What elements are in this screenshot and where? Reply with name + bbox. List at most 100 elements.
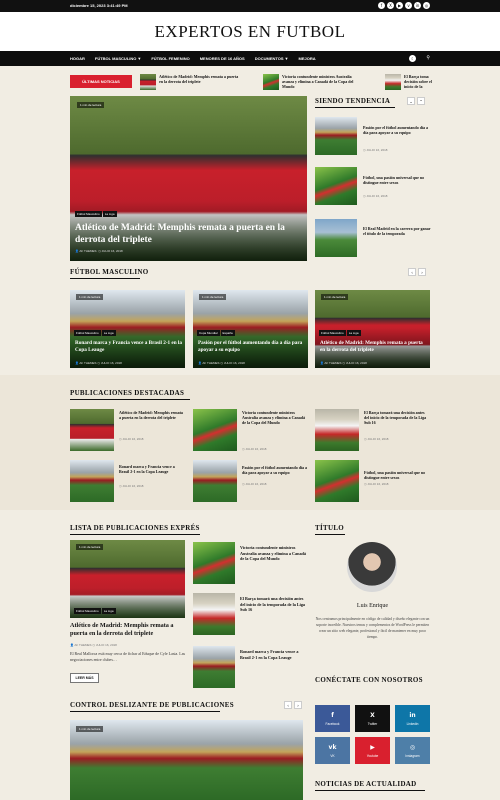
post-author[interactable]: AF THEMES xyxy=(79,249,96,253)
mens-card[interactable]: 1 min de lectura Fútbol Masculino La Lig… xyxy=(70,290,185,368)
ticker-item[interactable]: Victoria contundente ministros Australia… xyxy=(263,74,362,90)
trending-item-title[interactable]: Pasión por el fútbol aumentando día a dí… xyxy=(363,125,431,135)
mens-card[interactable]: 1 min de lectura Fútbol Masculino La Lig… xyxy=(315,290,430,368)
chevron-left-icon[interactable]: ‹ xyxy=(408,268,416,276)
nav-item-documentos[interactable]: DOCUMENTOS▼ xyxy=(255,56,289,61)
trending-item[interactable]: Pasión por el fútbol aumentando día a dí… xyxy=(315,117,430,155)
nav-label: DOCUMENTOS xyxy=(254,56,284,61)
express-item-title[interactable]: El Barça tomará una decisión antes del i… xyxy=(240,596,306,613)
read-more-button[interactable]: LEER MÁS xyxy=(70,673,99,683)
vimeo-icon[interactable]: v xyxy=(405,2,412,9)
post-date-value: JULIO 16, 2018 xyxy=(122,484,144,488)
linkedin-icon[interactable]: in xyxy=(414,2,421,9)
post-author[interactable]: AF THEMES xyxy=(202,361,219,365)
post-author[interactable]: AF THEMES xyxy=(324,361,341,365)
x-icon[interactable]: X xyxy=(387,2,394,9)
nav-item-menores-16[interactable]: MENORES DE 16 AÑOS xyxy=(200,56,245,61)
category-tag[interactable]: La Liga xyxy=(101,330,116,336)
express-item-title[interactable]: Ronard marca y Francia vence a Brasil 2-… xyxy=(240,649,306,660)
vk-tile[interactable]: vk VK xyxy=(315,737,350,764)
featured-item-title[interactable]: Atlético de Madrid: Memphis remata a pue… xyxy=(119,410,185,420)
post-meta: 👤 AF THEMES ◷ JULIO 16, 2018 xyxy=(198,361,245,365)
trending-arrows: ⌄ ⌃ xyxy=(407,97,425,105)
express-item-title[interactable]: Victoria contundente ministros Australia… xyxy=(240,545,306,562)
nav-label: HOGAR xyxy=(70,56,85,61)
category-tag[interactable]: La Liga xyxy=(101,608,116,614)
express-main-title[interactable]: Atlético de Madrid: Memphis remata a pue… xyxy=(70,622,187,638)
category-tag[interactable]: Fútbol Masculino xyxy=(74,330,101,336)
post-meta: 👤 AF THEMES ◷ JULIO 16, 2018 xyxy=(75,361,122,365)
category-tag[interactable]: Copa Mundial xyxy=(197,330,220,336)
hero-title[interactable]: Atlético de Madrid: Memphis remata a pue… xyxy=(75,222,303,246)
card-title[interactable]: Pasión por el fútbol aumentando día a dí… xyxy=(198,340,306,353)
featured-item[interactable]: Ronard marca y Francia vence a Brasil 2-… xyxy=(70,460,185,502)
card-title[interactable]: Ronard marca y Francia vence a Brasil 2-… xyxy=(75,340,183,353)
featured-item[interactable]: Atlético de Madrid: Memphis remata a pue… xyxy=(70,409,185,451)
ticker-item[interactable]: Atlético de Madrid: Memphis remata a pue… xyxy=(140,74,239,90)
category-tags: Fútbol Masculino La Liga xyxy=(75,211,117,217)
trending-item[interactable]: Fútbol, una pasión universal que no dist… xyxy=(315,167,430,205)
nav-item-mejora[interactable]: MEJORA xyxy=(299,56,316,61)
site-title[interactable]: EXPERTOS EN FUTBOL xyxy=(0,22,500,42)
express-item[interactable]: El Barça tomará una decisión antes del i… xyxy=(193,593,308,635)
express-thumbnail xyxy=(193,646,235,688)
ticker-item[interactable]: El Barça toma decisión sobre el inicio d… xyxy=(385,74,432,90)
chevron-up-icon[interactable]: ⌃ xyxy=(417,97,425,105)
express-item[interactable]: Victoria contundente ministros Australia… xyxy=(193,542,308,584)
youtube-icon[interactable]: ▶ xyxy=(396,2,403,9)
post-date: ◷ JULIO 16, 2018 xyxy=(119,484,144,488)
chevron-down-icon[interactable]: ⌄ xyxy=(407,97,415,105)
featured-thumbnail xyxy=(193,460,237,502)
nav-item-hogar[interactable]: HOGAR xyxy=(70,56,85,61)
featured-item[interactable]: Victoria contundente ministros Australia… xyxy=(193,409,308,451)
post-date: ◷ JULIO 16, 2018 xyxy=(119,437,144,441)
section-underline xyxy=(70,711,220,712)
search-icon[interactable]: ⚲ xyxy=(426,55,430,62)
linkedin-tile[interactable]: in Linkedin xyxy=(395,705,430,732)
post-date: JULIO 16, 2018 xyxy=(100,361,122,365)
featured-item[interactable]: El Barça tomará una decisión antes del i… xyxy=(315,409,430,451)
featured-item[interactable]: Fútbol, una pasión universal que no dist… xyxy=(315,460,430,502)
featured-item-title[interactable]: Pasión por el fútbol aumentando día a dí… xyxy=(242,465,308,475)
featured-item-title[interactable]: El Barça tomará una decisión antes del i… xyxy=(364,410,430,425)
facebook-icon[interactable]: f xyxy=(378,2,385,9)
express-item[interactable]: Ronard marca y Francia vence a Brasil 2-… xyxy=(193,646,308,688)
post-date: JULIO 16, 2018 xyxy=(95,643,117,647)
category-tag[interactable]: Fútbol Masculino xyxy=(75,211,102,217)
post-author[interactable]: AF THEMES xyxy=(79,361,96,365)
top-bar: diciembre 15, 2023 3:41:49 PM f X ▶ v in… xyxy=(0,0,500,12)
category-tag[interactable]: Fútbol Masculino xyxy=(319,330,346,336)
trending-item[interactable]: El Real Madrid en la carrera por ganar e… xyxy=(315,219,430,257)
featured-item-title[interactable]: Fútbol, una pasión universal que no dist… xyxy=(364,470,430,480)
dark-mode-toggle-icon[interactable]: ☾ xyxy=(409,55,417,62)
category-tag[interactable]: España xyxy=(220,330,235,336)
category-tag[interactable]: Fútbol Masculino xyxy=(74,608,101,614)
slider-arrows: ‹ › xyxy=(284,701,302,709)
featured-item-title[interactable]: Ronard marca y Francia vence a Brasil 2-… xyxy=(119,464,185,474)
trending-item-title[interactable]: El Real Madrid en la carrera por ganar e… xyxy=(363,226,431,236)
chevron-left-icon[interactable]: ‹ xyxy=(284,701,292,709)
category-tag[interactable]: La Liga xyxy=(346,330,361,336)
featured-item[interactable]: Pasión por el fútbol aumentando día a dí… xyxy=(193,460,308,502)
nav-item-futbol-femenino[interactable]: FÚTBOL FEMENINO xyxy=(151,56,189,61)
youtube-tile[interactable]: ▶ Youtube xyxy=(355,737,390,764)
category-tag[interactable]: La Liga xyxy=(102,211,117,217)
trending-item-title[interactable]: Fútbol, una pasión universal que no dist… xyxy=(363,175,431,185)
twitter-tile[interactable]: X Twitter xyxy=(355,705,390,732)
instagram-tile[interactable]: ◎ Instagram xyxy=(395,737,430,764)
chevron-right-icon[interactable]: › xyxy=(294,701,302,709)
chevron-right-icon[interactable]: › xyxy=(418,268,426,276)
nav-item-futbol-masculino[interactable]: FÚTBOL MASCULINO▼ xyxy=(95,56,141,61)
post-author[interactable]: AF THEMES xyxy=(74,643,91,647)
mens-football-title: FÚTBOL MASCULINO xyxy=(70,268,149,276)
hero-post[interactable]: 1 min de lectura Fútbol Masculino La Lig… xyxy=(70,96,307,261)
mens-card[interactable]: 1 min de lectura Copa Mundial España Pas… xyxy=(193,290,308,368)
facebook-tile[interactable]: f Facebook xyxy=(315,705,350,732)
featured-item-title[interactable]: Victoria contundente ministros Australia… xyxy=(242,410,308,425)
slider-post[interactable]: 1 min de lectura xyxy=(70,720,303,800)
instagram-icon[interactable]: ◎ xyxy=(423,2,430,9)
section-underline xyxy=(70,399,190,400)
social-label: VK xyxy=(330,753,335,758)
card-title[interactable]: Atlético de Madrid: Memphis remata a pue… xyxy=(320,340,428,353)
express-main-post[interactable]: 1 min de lectura Fútbol Masculino La Lig… xyxy=(70,540,185,618)
